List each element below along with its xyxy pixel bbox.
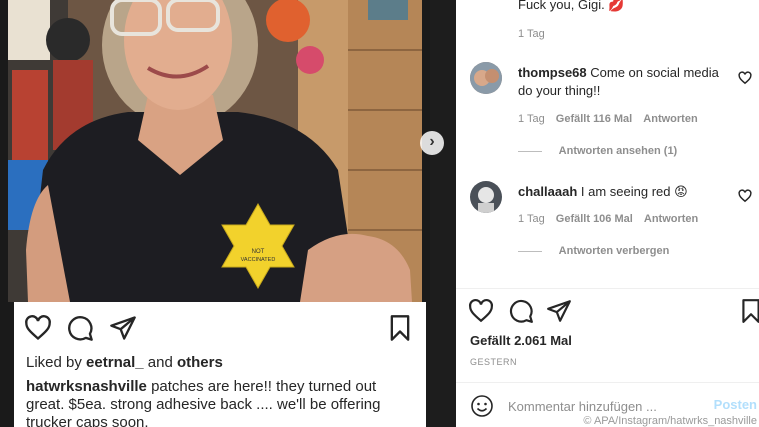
post-card: NOT VACCINATED › Liked by eetrnal_ and o (0, 0, 444, 427)
hide-replies-button[interactable]: Antworten verbergen (518, 245, 670, 257)
post-date: GESTERN (470, 357, 518, 367)
comment-time: 1 Tag (518, 213, 545, 225)
comment-meta: 1 Tag (518, 28, 553, 40)
comment-icon[interactable] (66, 314, 94, 342)
view-replies-button[interactable]: Antworten ansehen (1) (518, 145, 678, 157)
comment-time: 1 Tag (518, 113, 545, 125)
share-icon[interactable] (546, 298, 572, 324)
comment-icon[interactable] (508, 298, 534, 324)
lips-emoji: 💋 (608, 0, 625, 12)
post-footer: Liked by eetrnal_ and others hatwrksnash… (14, 302, 426, 427)
liked-by-user[interactable]: eetrnal_ (86, 354, 144, 371)
post-photo-illustration: NOT VACCINATED (8, 0, 422, 302)
post-action-row (14, 314, 426, 344)
comment-text: thompse68 Come on social media do your t… (518, 65, 719, 98)
liked-by-joiner: and (147, 354, 173, 371)
star-text-line2: VACCINATED (241, 257, 276, 263)
comment-time: 1 Tag (518, 28, 545, 40)
reply-button[interactable]: Antworten (644, 213, 698, 225)
liked-by-others[interactable]: others (177, 354, 223, 371)
caption-username[interactable]: hatwrksnashville (26, 378, 147, 395)
avatar-image (470, 62, 502, 94)
background-strip (430, 0, 458, 427)
liked-by-prefix: Liked by (26, 354, 82, 371)
comment-likes[interactable]: Gefällt 106 Mal (556, 213, 633, 225)
comment-text: Fuck you, Gigi. 💋 (518, 0, 625, 14)
comment-meta: 1 Tag Gefällt 116 Mal Antworten (518, 113, 706, 125)
comments-panel: Fuck you, Gigi. 💋 1 Tag thompse68 Come o… (456, 0, 759, 427)
comment-meta: 1 Tag Gefällt 106 Mal Antworten (518, 213, 706, 225)
post-photo[interactable]: NOT VACCINATED (8, 0, 422, 302)
post-like-count[interactable]: Gefällt 2.061 Mal (470, 333, 572, 348)
avatar[interactable] (470, 62, 502, 94)
comment-likes[interactable]: Gefällt 116 Mal (556, 113, 632, 125)
comment-text: challaaah I am seeing red 😡 (518, 184, 688, 199)
post-action-row (456, 298, 759, 328)
heart-icon[interactable] (738, 71, 752, 85)
bookmark-icon[interactable] (386, 314, 414, 342)
post-comment-button[interactable]: Posten (714, 397, 757, 412)
avatar-image (470, 181, 502, 213)
liked-by-line: Liked by eetrnal_ and others (26, 354, 223, 371)
post-caption: hatwrksnashville patches are here!! they… (26, 378, 416, 427)
next-photo-button[interactable]: › (420, 131, 444, 155)
bookmark-icon[interactable] (738, 298, 759, 324)
divider (456, 288, 759, 289)
comment-username[interactable]: thompse68 (518, 65, 587, 80)
heart-icon[interactable] (738, 189, 752, 203)
star-text-line1: NOT (252, 249, 265, 255)
share-icon[interactable] (109, 314, 137, 342)
heart-icon[interactable] (24, 314, 52, 342)
heart-icon[interactable] (468, 298, 494, 324)
comment-input[interactable] (508, 396, 688, 416)
emoji-icon[interactable] (470, 394, 494, 418)
angry-emoji: 😡 (674, 184, 688, 199)
reply-button[interactable]: Antworten (643, 113, 697, 125)
divider (456, 382, 759, 383)
chevron-right-icon: › (429, 133, 435, 150)
avatar[interactable] (470, 181, 502, 213)
photo-credit: © APA/Instagram/hatwrks_nashville (583, 415, 757, 427)
comment-username[interactable]: challaaah (518, 184, 577, 199)
